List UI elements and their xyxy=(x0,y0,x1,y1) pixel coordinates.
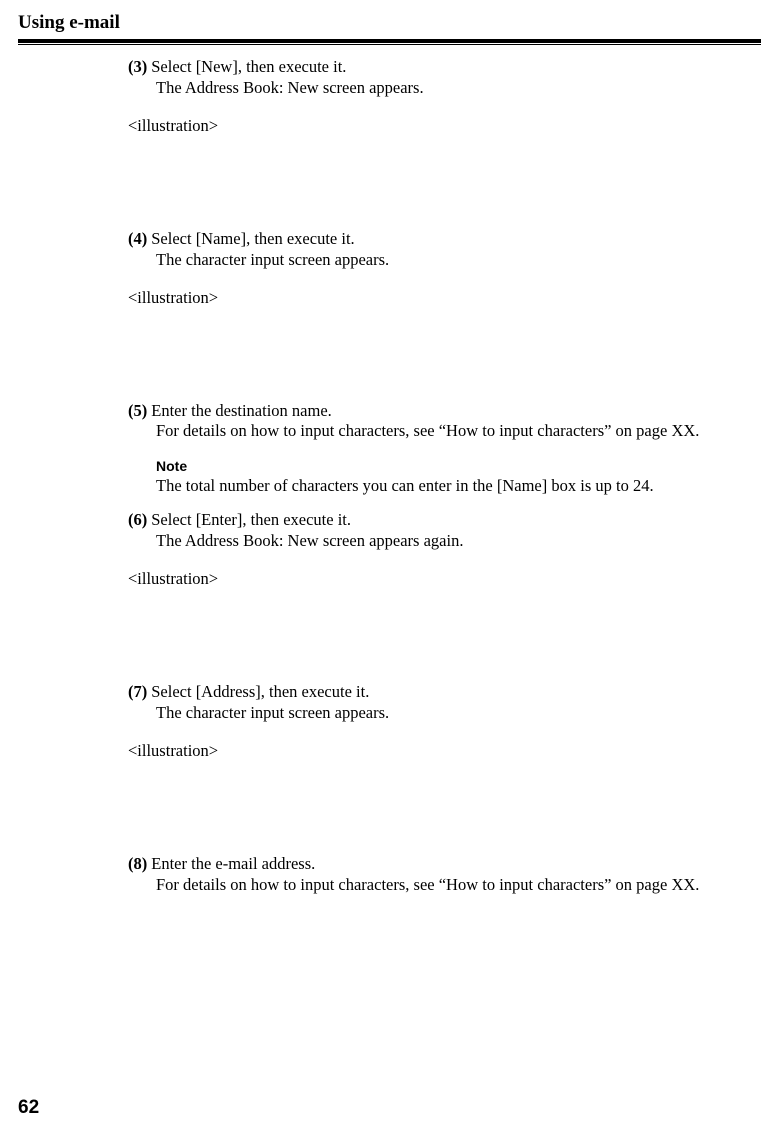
step-7: 7 Select [Address], then execute it. xyxy=(128,682,757,703)
step-4: 4 Select [Name], then execute it. xyxy=(128,229,757,250)
header-rule-thin xyxy=(18,44,761,45)
step-body: Select [Name], then execute it. xyxy=(147,229,757,250)
content-block: 3 Select [New], then execute it. The Add… xyxy=(128,57,757,895)
step-body: Select [Enter], then execute it. xyxy=(147,510,757,531)
step-body: Enter the destination name. xyxy=(147,401,757,422)
step-body: Select [Address], then execute it. xyxy=(147,682,757,703)
step-number: 7 xyxy=(128,682,147,703)
step-8: 8 Enter the e-mail address. xyxy=(128,854,757,875)
illustration-placeholder: <illustration> xyxy=(128,288,757,309)
note-text: The total number of characters you can e… xyxy=(156,476,757,497)
step-number: 8 xyxy=(128,854,147,875)
step-3: 3 Select [New], then execute it. xyxy=(128,57,757,78)
step-number: 4 xyxy=(128,229,147,250)
step-number: 6 xyxy=(128,510,147,531)
step-number: 3 xyxy=(128,57,147,78)
step-text: The Address Book: New screen appears. xyxy=(156,78,757,99)
step-5: 5 Enter the destination name. xyxy=(128,401,757,422)
step-text: The character input screen appears. xyxy=(156,250,757,271)
header-rule-thick xyxy=(18,39,761,43)
page-number: 62 xyxy=(18,1097,39,1119)
step-text: For details on how to input characters, … xyxy=(156,421,757,442)
step-6: 6 Select [Enter], then execute it. xyxy=(128,510,757,531)
page-container: Using e-mail 3 Select [New], then execut… xyxy=(0,0,779,895)
step-body: Enter the e-mail address. xyxy=(147,854,757,875)
step-body: Select [New], then execute it. xyxy=(147,57,757,78)
note-label: Note xyxy=(156,458,757,476)
step-text: The Address Book: New screen appears aga… xyxy=(156,531,757,552)
illustration-placeholder: <illustration> xyxy=(128,569,757,590)
page-title: Using e-mail xyxy=(18,12,761,37)
step-number: 5 xyxy=(128,401,147,422)
step-text: For details on how to input characters, … xyxy=(156,875,757,896)
illustration-placeholder: <illustration> xyxy=(128,116,757,137)
step-text: The character input screen appears. xyxy=(156,703,757,724)
illustration-placeholder: <illustration> xyxy=(128,741,757,762)
